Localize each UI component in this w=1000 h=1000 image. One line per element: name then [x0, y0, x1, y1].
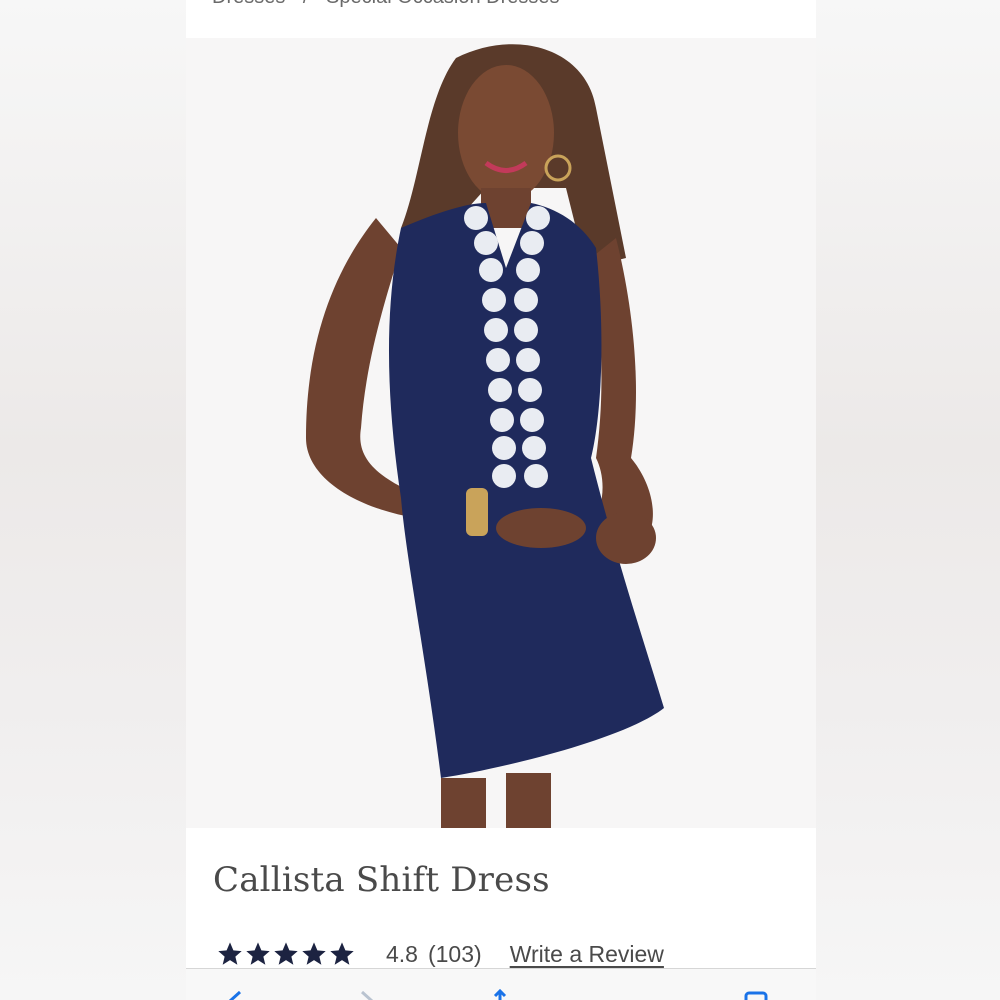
star-rating: [216, 940, 356, 968]
tabs-icon[interactable]: [742, 989, 770, 1000]
star-icon: [330, 942, 354, 965]
share-icon[interactable]: [488, 989, 512, 1000]
product-page: Dresses / Special Occasion Dresses: [186, 0, 816, 1000]
star-icon: [274, 942, 298, 965]
write-review-link[interactable]: Write a Review: [510, 941, 664, 968]
rating-row: 4.8 (103) Write a Review: [216, 936, 664, 972]
forward-icon[interactable]: [354, 989, 378, 1000]
breadcrumb-item-dresses[interactable]: Dresses: [212, 0, 285, 8]
back-icon[interactable]: [224, 989, 248, 1000]
blurred-background-left: [0, 0, 186, 1000]
breadcrumb-separator: /: [303, 0, 309, 8]
model-photo: [306, 44, 664, 828]
star-icon: [218, 942, 242, 965]
browser-toolbar: [186, 968, 816, 1000]
bookmarks-icon[interactable]: [606, 989, 638, 1000]
breadcrumb-item-special-occasion[interactable]: Special Occasion Dresses: [326, 0, 559, 8]
product-image[interactable]: [186, 38, 816, 828]
star-icon: [302, 942, 326, 965]
review-count[interactable]: (103): [428, 941, 482, 968]
blurred-background-right: [816, 0, 1000, 1000]
product-title: Callista Shift Dress: [213, 860, 550, 900]
breadcrumb: Dresses / Special Occasion Dresses: [212, 0, 559, 16]
star-icon: [246, 942, 270, 965]
rating-value: 4.8: [386, 940, 418, 967]
